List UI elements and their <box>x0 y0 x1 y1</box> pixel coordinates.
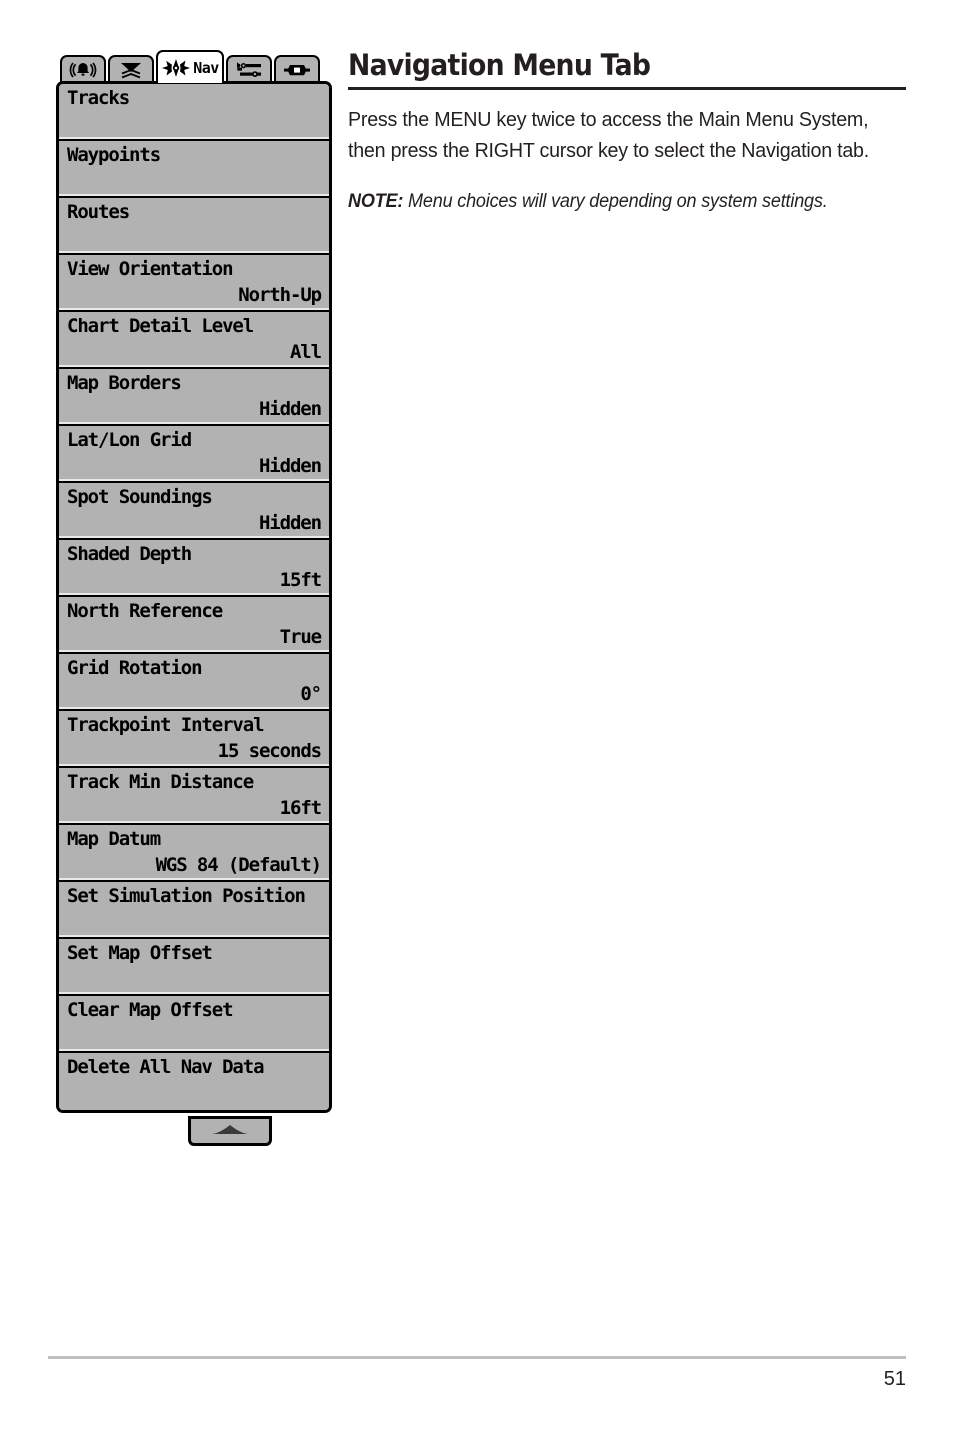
views-display-icon <box>282 60 312 80</box>
menu-row[interactable]: Chart Detail Level All <box>59 312 329 369</box>
menu-row[interactable]: Map Borders Hidden <box>59 369 329 426</box>
menu-item-label: Spot Soundings <box>67 486 213 508</box>
menu-row[interactable]: Routes <box>59 198 329 255</box>
menu-row[interactable]: Lat/Lon Grid Hidden <box>59 426 329 483</box>
menu-item-label: Track Min Distance <box>67 771 254 793</box>
menu-item-value: 16ft <box>279 797 322 819</box>
menu-item-value: Hidden <box>258 455 322 477</box>
menu-item-value: True <box>279 626 322 648</box>
note-label: NOTE: <box>348 191 409 212</box>
menu-tab-alarm-bell[interactable] <box>60 55 106 83</box>
navigation-menu-panel: Tracks Waypoints Routes View Orientation Nor… <box>56 81 332 1113</box>
menu-item-label: Shaded Depth <box>67 543 192 565</box>
page-number: 51 <box>883 1368 906 1390</box>
menu-item-value: North-Up <box>238 284 322 306</box>
menu-item-label: Waypoints <box>67 144 161 166</box>
note-paragraph: NOTE: Menu choices will vary depending o… <box>348 188 878 216</box>
lcd-screenshot-figure: Nav Tracks Waypoints Routes View Orientatio… <box>56 50 332 1113</box>
menu-item-label: Grid Rotation <box>67 657 203 679</box>
menu-row[interactable]: Grid Rotation 0° <box>59 654 329 711</box>
page-title: Navigation Menu Tab <box>348 48 651 82</box>
scroll-up-arrow-icon <box>210 1122 250 1140</box>
setup-wrench-icon <box>234 60 264 80</box>
menu-row[interactable]: Map Datum WGS 84 (Default) <box>59 825 329 882</box>
menu-row[interactable]: Clear Map Offset <box>59 996 329 1053</box>
menu-item-value: 15 seconds <box>217 740 322 762</box>
menu-row[interactable]: Set Map Offset <box>59 939 329 996</box>
menu-item-label: Routes <box>67 201 130 223</box>
menu-item-value: Hidden <box>258 398 322 420</box>
menu-tab-sonar-cone[interactable] <box>108 55 154 83</box>
content-column: Navigation Menu Tab Press the MENU key t… <box>348 48 906 216</box>
menu-item-label: View Orientation <box>67 258 234 280</box>
menu-item-value: 15ft <box>279 569 322 591</box>
menu-item-label: Map Datum <box>67 828 161 850</box>
menu-item-value: 0° <box>300 683 322 705</box>
menu-item-value: All <box>289 341 322 363</box>
menu-item-label: Tracks <box>67 87 130 109</box>
menu-item-label: Set Map Offset <box>67 942 213 964</box>
scroll-up-indicator[interactable] <box>188 1116 272 1146</box>
menu-item-label: Set Simulation Position <box>67 885 306 907</box>
menu-row[interactable]: Set Simulation Position <box>59 882 329 939</box>
menu-tab-setup-wrench[interactable] <box>226 55 272 83</box>
menu-row[interactable]: Shaded Depth 15ft <box>59 540 329 597</box>
menu-item-label: Delete All Nav Data <box>67 1056 265 1078</box>
menu-item-value: WGS 84 (Default) <box>155 854 323 876</box>
menu-row[interactable]: Delete All Nav Data <box>59 1053 329 1110</box>
menu-row[interactable]: Spot Soundings Hidden <box>59 483 329 540</box>
alarm-bell-icon <box>68 60 98 80</box>
nav-compass-icon <box>161 58 191 78</box>
menu-tab-label: Nav <box>193 58 219 77</box>
menu-tab-views-display[interactable] <box>274 55 320 83</box>
menu-item-label: Chart Detail Level <box>67 315 254 337</box>
title-rule <box>348 87 906 90</box>
menu-row[interactable]: View Orientation North-Up <box>59 255 329 312</box>
menu-item-label: Map Borders <box>67 372 182 394</box>
note-text: Menu choices will vary depending on syst… <box>408 191 828 212</box>
menu-tab-strip: Nav <box>60 50 332 83</box>
sonar-cone-icon <box>116 60 146 80</box>
menu-item-label: Trackpoint Interval <box>67 714 265 736</box>
menu-row[interactable]: Track Min Distance 16ft <box>59 768 329 825</box>
menu-row[interactable]: North Reference True <box>59 597 329 654</box>
menu-tab-nav[interactable]: Nav <box>156 50 224 83</box>
footer-rule <box>48 1356 906 1359</box>
menu-item-label: Lat/Lon Grid <box>67 429 192 451</box>
menu-item-label: North Reference <box>67 600 223 622</box>
menu-item-value: Hidden <box>258 512 322 534</box>
menu-row[interactable]: Waypoints <box>59 141 329 198</box>
menu-row[interactable]: Trackpoint Interval 15 seconds <box>59 711 329 768</box>
menu-row[interactable]: Tracks <box>59 84 329 141</box>
intro-paragraph: Press the MENU key twice to access the M… <box>348 108 869 162</box>
menu-item-label: Clear Map Offset <box>67 999 234 1021</box>
